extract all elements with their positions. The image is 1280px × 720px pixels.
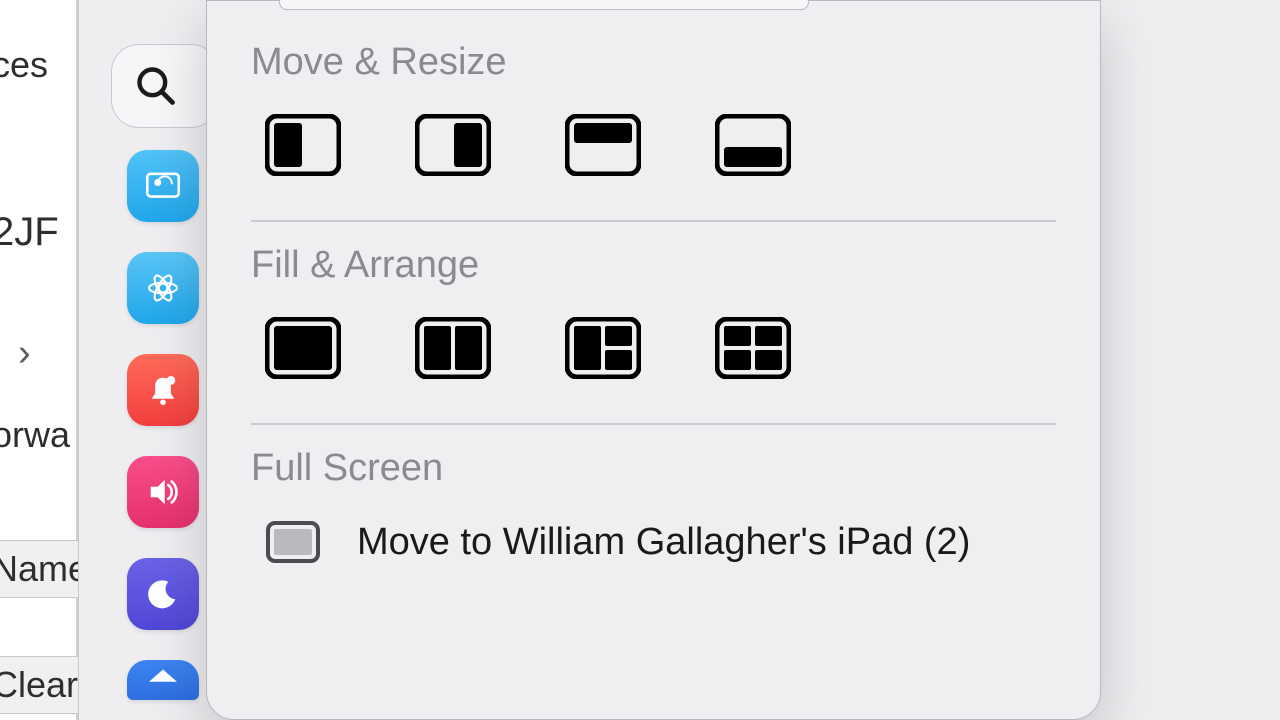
fill-arrange-row: [251, 317, 1056, 379]
display-icon: [265, 520, 321, 564]
arrange-fill-button[interactable]: [265, 317, 341, 379]
bg-text-fragment: Clear: [0, 664, 78, 706]
photos-icon[interactable]: [127, 252, 199, 324]
notifications-icon[interactable]: [127, 354, 199, 426]
bg-text-fragment: ces: [0, 44, 48, 86]
move-to-ipad-label: Move to William Gallagher's iPad (2): [357, 521, 970, 564]
window-tiling-popover: Move & Resize Fill & Arrange Ful: [206, 0, 1101, 720]
tile-bottom-half-button[interactable]: [715, 114, 791, 176]
arrange-two-columns-button[interactable]: [415, 317, 491, 379]
search-icon: [134, 64, 178, 108]
separator: [251, 220, 1056, 222]
app-icon-partial[interactable]: [127, 660, 199, 700]
bg-text-fragment: Name: [0, 548, 88, 590]
section-title-full-screen: Full Screen: [251, 447, 1056, 490]
forward-chevron-icon: ›: [18, 332, 31, 375]
move-to-ipad-item[interactable]: Move to William Gallagher's iPad (2): [251, 520, 1056, 564]
arrange-three-panes-button[interactable]: [565, 317, 641, 379]
search-input[interactable]: [111, 44, 219, 128]
tile-right-half-button[interactable]: [415, 114, 491, 176]
screensaver-icon[interactable]: [127, 150, 199, 222]
tile-left-half-button[interactable]: [265, 114, 341, 176]
section-title-fill-arrange: Fill & Arrange: [251, 244, 1056, 287]
section-title-move-resize: Move & Resize: [251, 41, 1056, 84]
tile-top-half-button[interactable]: [565, 114, 641, 176]
separator: [251, 423, 1056, 425]
focus-icon[interactable]: [127, 558, 199, 630]
bg-text-fragment: 2JF: [0, 210, 59, 255]
sound-icon[interactable]: [127, 456, 199, 528]
arrange-four-quadrants-button[interactable]: [715, 317, 791, 379]
move-resize-row: [251, 114, 1056, 176]
bg-text-fragment: orwa: [0, 414, 70, 456]
